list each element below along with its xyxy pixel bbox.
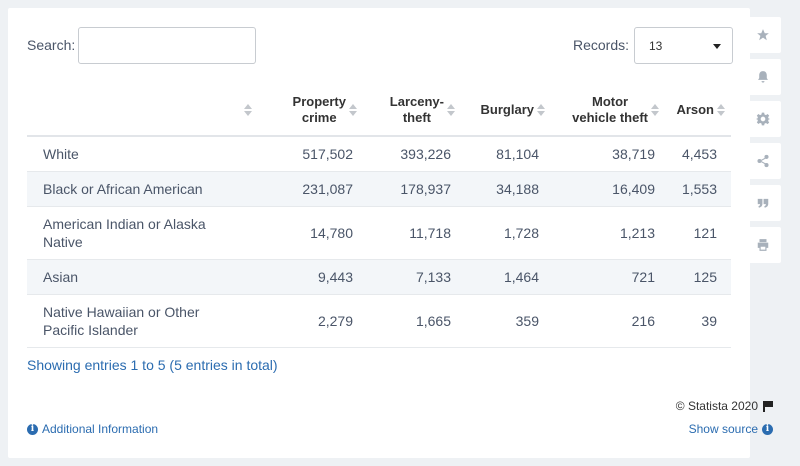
show-source-link[interactable]: Show source i — [689, 422, 773, 436]
cell-burglary: 1,464 — [457, 259, 545, 295]
statistics-table-card: Search: Records: 13 Property crime Larcen… — [8, 8, 773, 458]
cell-property-crime: 231,087 — [256, 171, 359, 207]
cell-motor-vehicle-theft: 721 — [545, 259, 661, 295]
show-source-label: Show source — [688, 422, 758, 436]
column-header-category[interactable] — [27, 84, 256, 137]
table-row: Black or African American 231,087 178,93… — [27, 171, 731, 207]
table-row: Native Hawaiian or Other Pacific Islande… — [27, 294, 731, 348]
cell-motor-vehicle-theft: 1,213 — [545, 206, 661, 260]
info-icon: i — [762, 423, 773, 435]
cell-larceny-theft: 1,665 — [359, 294, 457, 348]
cell-burglary: 1,728 — [457, 206, 545, 260]
cell-property-crime: 14,780 — [256, 206, 359, 260]
search-label: Search: — [27, 37, 76, 53]
sort-icon — [447, 103, 455, 116]
settings-button[interactable] — [745, 101, 781, 137]
cell-burglary: 359 — [457, 294, 545, 348]
info-icon: i — [27, 423, 38, 435]
cell-larceny-theft: 178,937 — [359, 171, 457, 207]
additional-information-label: Additional Information — [42, 422, 159, 436]
star-icon — [757, 29, 769, 41]
favorite-button[interactable] — [745, 17, 781, 53]
row-category: Asian — [27, 259, 256, 295]
records-value: 13 — [649, 39, 663, 53]
additional-information-link[interactable]: i Additional Information — [27, 422, 158, 436]
cell-property-crime: 9,443 — [256, 259, 359, 295]
sort-icon — [537, 104, 545, 117]
column-header-larceny-theft[interactable]: Larceny-theft — [359, 84, 457, 137]
entries-summary: Showing entries 1 to 5 (5 entries in tot… — [27, 357, 278, 373]
column-header-arson[interactable]: Arson — [661, 84, 731, 137]
notification-button[interactable] — [745, 59, 781, 95]
cell-arson: 125 — [661, 259, 731, 295]
print-button[interactable] — [745, 227, 781, 263]
cell-larceny-theft: 7,133 — [359, 259, 457, 295]
copyright[interactable]: © Statista 2020 — [676, 399, 773, 413]
data-table: Property crime Larceny-theft Burglary Mot… — [27, 84, 731, 348]
gear-icon — [756, 112, 770, 126]
cell-motor-vehicle-theft: 16,409 — [545, 171, 661, 207]
cell-arson: 39 — [661, 294, 731, 348]
cell-property-crime: 2,279 — [256, 294, 359, 348]
share-button[interactable] — [745, 143, 781, 179]
cell-arson: 1,553 — [661, 171, 731, 207]
sort-icon — [651, 103, 659, 116]
flag-icon — [763, 400, 773, 412]
cell-burglary: 34,188 — [457, 171, 545, 207]
row-category: White — [27, 136, 256, 172]
sort-icon — [244, 104, 252, 117]
cell-property-crime: 517,502 — [256, 136, 359, 172]
column-header-motor-vehicle-theft[interactable]: Motor vehicle theft — [545, 84, 661, 137]
cell-larceny-theft: 393,226 — [359, 136, 457, 172]
sort-icon — [349, 103, 357, 116]
caret-down-icon — [713, 44, 721, 49]
table-row: White 517,502 393,226 81,104 38,719 4,45… — [27, 136, 731, 172]
cell-motor-vehicle-theft: 38,719 — [545, 136, 661, 172]
row-category: American Indian or Alaska Native — [27, 206, 256, 260]
cell-arson: 4,453 — [661, 136, 731, 172]
bell-icon — [758, 71, 768, 83]
row-category: Black or African American — [27, 171, 256, 207]
column-header-burglary[interactable]: Burglary — [457, 84, 545, 137]
records-label: Records: — [573, 37, 630, 53]
print-icon — [757, 239, 769, 251]
records-select[interactable]: 13 — [634, 27, 733, 64]
cell-larceny-theft: 11,718 — [359, 206, 457, 260]
table-header-row: Property crime Larceny-theft Burglary Mot… — [27, 84, 731, 137]
table-row: Asian 9,443 7,133 1,464 721 125 — [27, 259, 731, 295]
sort-icon — [717, 104, 725, 117]
cite-button[interactable] — [745, 185, 781, 221]
row-category: Native Hawaiian or Other Pacific Islande… — [27, 294, 256, 348]
quote-icon — [757, 198, 769, 208]
search-input[interactable] — [78, 27, 256, 64]
copyright-text: © Statista 2020 — [675, 399, 758, 413]
table-row: American Indian or Alaska Native 14,780 … — [27, 206, 731, 260]
cell-arson: 121 — [661, 206, 731, 260]
tool-sidebar — [745, 17, 781, 269]
cell-burglary: 81,104 — [457, 136, 545, 172]
cell-motor-vehicle-theft: 216 — [545, 294, 661, 348]
share-icon — [757, 154, 769, 168]
column-header-property-crime[interactable]: Property crime — [256, 84, 359, 137]
